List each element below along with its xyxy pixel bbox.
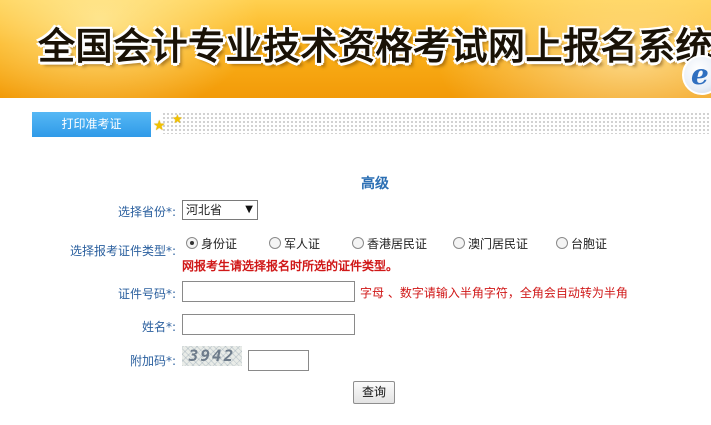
radio-label: 香港居民证 — [367, 237, 428, 251]
required-mark: *: — [165, 320, 176, 334]
province-select[interactable]: 河北省 ▼ — [182, 200, 258, 220]
captcha-input[interactable] — [248, 350, 309, 371]
province-select-value: 河北省 — [186, 203, 223, 217]
radio-id-card[interactable]: 身份证 — [186, 236, 237, 252]
radio-dot[interactable] — [352, 237, 364, 249]
radio-label: 军人证 — [284, 237, 321, 251]
radio-dot[interactable] — [186, 237, 198, 249]
star-icon: ★ — [153, 118, 166, 134]
id-type-label: 选择报考证件类型*: — [70, 242, 176, 259]
province-label-text: 选择省份 — [117, 205, 166, 219]
id-type-warning: 网报考生请选择报名时所选的证件类型。 — [182, 259, 399, 273]
name-label: 姓名*: — [142, 318, 176, 335]
radio-label: 身份证 — [201, 237, 238, 251]
province-label: 选择省份*: — [118, 203, 176, 220]
name-input[interactable] — [182, 314, 355, 335]
system-title: 全国会计专业技术资格考试网上报名系统 — [38, 24, 711, 68]
id-type-label-text: 选择报考证件类型 — [69, 244, 166, 258]
radio-dot[interactable] — [453, 237, 465, 249]
query-button[interactable]: 查询 — [353, 381, 395, 404]
radio-hongkong-permit[interactable]: 香港居民证 — [352, 236, 427, 252]
exam-level-title: 高级 — [361, 176, 389, 192]
captcha-label-text: 附加码 — [129, 354, 166, 368]
name-label-text: 姓名 — [141, 320, 166, 334]
dotted-divider — [162, 112, 711, 134]
radio-label: 澳门居民证 — [468, 237, 529, 251]
required-mark: *: — [165, 205, 176, 219]
required-mark: *: — [165, 244, 176, 258]
e-logo-glyph: e — [691, 58, 709, 91]
star-icon: ★ — [172, 112, 183, 126]
radio-taiwan-permit[interactable]: 台胞证 — [556, 236, 607, 252]
radio-dot[interactable] — [269, 237, 281, 249]
required-mark: *: — [165, 287, 176, 301]
captcha-label: 附加码*: — [130, 352, 176, 369]
id-number-label-text: 证件号码 — [117, 287, 166, 301]
tab-print-admission-ticket[interactable]: 打印准考证 — [32, 112, 151, 137]
chevron-down-icon: ▼ — [245, 204, 253, 215]
header-banner: 全国会计专业技术资格考试网上报名系统 e — [0, 0, 711, 98]
radio-dot[interactable] — [556, 237, 568, 249]
id-number-input[interactable] — [182, 281, 355, 302]
radio-label: 台胞证 — [571, 237, 608, 251]
captcha-image[interactable]: 3942 — [182, 346, 242, 366]
tab-strip: 打印准考证 ★ ★ — [32, 110, 711, 138]
radio-military-card[interactable]: 军人证 — [269, 236, 320, 252]
required-mark: *: — [165, 354, 176, 368]
radio-macau-permit[interactable]: 澳门居民证 — [453, 236, 528, 252]
id-number-hint: 字母 、数字请输入半角字符，全角会自动转为半角 — [360, 286, 628, 300]
id-number-label: 证件号码*: — [118, 285, 176, 302]
